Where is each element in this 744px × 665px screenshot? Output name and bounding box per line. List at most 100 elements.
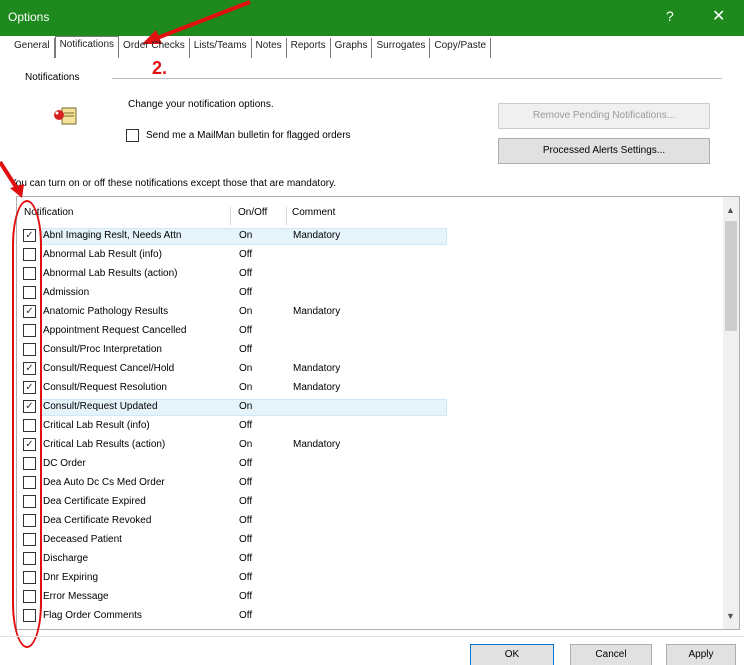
- column-onoff[interactable]: On/Off: [235, 207, 287, 225]
- row-comment: Mandatory: [293, 363, 341, 374]
- title-bar: Options ? ✕: [0, 0, 744, 36]
- row-comment: Mandatory: [293, 439, 341, 450]
- row-onoff: On: [239, 363, 253, 374]
- group-label: Notifications: [22, 72, 83, 83]
- help-button[interactable]: ?: [666, 8, 674, 24]
- row-notification-name: Dea Certificate Revoked: [43, 515, 152, 526]
- list-row[interactable]: Flag Order Comments Off: [17, 607, 723, 626]
- list-row[interactable]: ✓ Consult/Request Updated On: [17, 398, 723, 417]
- list-row[interactable]: Consult/Proc Interpretation Off: [17, 341, 723, 360]
- tab-notes[interactable]: Notes: [252, 38, 287, 58]
- row-onoff: On: [239, 306, 253, 317]
- close-button[interactable]: ✕: [712, 6, 725, 26]
- scroll-up-icon[interactable]: ▲: [726, 205, 735, 215]
- row-notification-name: Abnormal Lab Result (info): [43, 249, 162, 260]
- list-row[interactable]: Admission Off: [17, 284, 723, 303]
- list-row[interactable]: ✓ Critical Lab Results (action) On Mandator…: [17, 436, 723, 455]
- list-row[interactable]: Dnr Expiring Off: [17, 569, 723, 588]
- notifications-list[interactable]: Notification On/Off Comment ✓ Abnl Imagin…: [16, 196, 740, 630]
- row-notification-name: DC Order: [43, 458, 86, 469]
- mailman-checkbox-label[interactable]: Send me a MailMan bulletin for flagged o…: [146, 130, 351, 141]
- row-onoff: Off: [239, 325, 253, 336]
- row-notification-name: Dea Auto Dc Cs Med Order: [43, 477, 165, 488]
- column-notification[interactable]: Notification: [21, 207, 231, 225]
- remove-pending-notifications-button[interactable]: Remove Pending Notifications...: [498, 103, 710, 129]
- row-notification-name: Admission: [43, 287, 90, 298]
- row-comment: Mandatory: [293, 382, 341, 393]
- tab-surrogates[interactable]: Surrogates: [372, 38, 431, 58]
- row-onoff: On: [239, 382, 253, 393]
- list-row[interactable]: DC Order Off: [17, 455, 723, 474]
- row-onoff: Off: [239, 477, 253, 488]
- annotation-arrow-left-icon: [0, 160, 24, 198]
- row-comment: Mandatory: [293, 230, 341, 241]
- row-onoff: Off: [239, 344, 253, 355]
- row-notification-name: Dnr Expiring: [43, 572, 99, 583]
- mailman-checkbox[interactable]: [126, 129, 139, 142]
- cancel-button[interactable]: Cancel: [570, 644, 652, 665]
- row-onoff: Off: [239, 553, 253, 564]
- group-divider: [112, 78, 722, 79]
- row-onoff: Off: [239, 496, 253, 507]
- row-onoff: Off: [239, 249, 253, 260]
- notifications-description: Change your notification options.: [128, 99, 274, 110]
- scroll-down-icon[interactable]: ▼: [726, 611, 735, 621]
- tab-order-checks[interactable]: Order Checks: [119, 38, 190, 58]
- list-row[interactable]: Error Message Off: [17, 588, 723, 607]
- list-row[interactable]: ✓ Consult/Request Resolution On Mandatory: [17, 379, 723, 398]
- row-onoff: Off: [239, 534, 253, 545]
- list-row[interactable]: Abnormal Lab Results (action) Off: [17, 265, 723, 284]
- tab-general[interactable]: General: [10, 38, 55, 58]
- tab-graphs[interactable]: Graphs: [331, 38, 373, 58]
- list-row[interactable]: Abnormal Lab Result (info) Off: [17, 246, 723, 265]
- tab-copy-paste[interactable]: Copy/Paste: [430, 38, 492, 58]
- list-row[interactable]: Dea Certificate Revoked Off: [17, 512, 723, 531]
- row-notification-name: Critical Lab Results (action): [43, 439, 166, 450]
- footer-divider: [0, 636, 744, 637]
- list-row[interactable]: Discharge Off: [17, 550, 723, 569]
- list-row[interactable]: ✓ Abnl Imaging Reslt, Needs Attn On Mandato…: [17, 227, 723, 246]
- list-row[interactable]: Appointment Request Cancelled Off: [17, 322, 723, 341]
- row-notification-name: Dea Certificate Expired: [43, 496, 146, 507]
- list-header: Notification On/Off Comment: [17, 207, 727, 225]
- row-notification-name: Abnl Imaging Reslt, Needs Attn: [43, 230, 182, 241]
- list-row[interactable]: Dea Certificate Expired Off: [17, 493, 723, 512]
- list-row[interactable]: Dea Auto Dc Cs Med Order Off: [17, 474, 723, 493]
- list-row[interactable]: Critical Lab Result (info) Off: [17, 417, 723, 436]
- list-row[interactable]: Deceased Patient Off: [17, 531, 723, 550]
- row-notification-name: Consult/Request Resolution: [43, 382, 167, 393]
- scroll-thumb[interactable]: [725, 221, 737, 331]
- tab-notifications[interactable]: Notifications: [54, 36, 120, 58]
- row-notification-name: Anatomic Pathology Results: [43, 306, 169, 317]
- annotation-highlight-oval: [12, 200, 42, 648]
- mandatory-note: You can turn on or off these notificatio…: [10, 178, 337, 189]
- row-notification-name: Critical Lab Result (info): [43, 420, 150, 431]
- row-onoff: On: [239, 230, 253, 241]
- row-onoff: Off: [239, 458, 253, 469]
- row-onoff: Off: [239, 515, 253, 526]
- row-onoff: Off: [239, 268, 253, 279]
- row-notification-name: Discharge: [43, 553, 89, 564]
- row-onoff: Off: [239, 610, 253, 621]
- list-row[interactable]: ✓ Anatomic Pathology Results On Mandatory: [17, 303, 723, 322]
- tab-reports[interactable]: Reports: [287, 38, 331, 58]
- notification-flag-icon: [54, 107, 77, 125]
- row-notification-name: Flag Order Comments: [43, 610, 142, 621]
- row-onoff: Off: [239, 572, 253, 583]
- row-notification-name: Appointment Request Cancelled: [43, 325, 187, 336]
- list-row[interactable]: ✓ Consult/Request Cancel/Hold On Mandatory: [17, 360, 723, 379]
- processed-alerts-settings-button[interactable]: Processed Alerts Settings...: [498, 138, 710, 164]
- row-comment: Mandatory: [293, 306, 341, 317]
- row-onoff: On: [239, 439, 253, 450]
- vertical-scrollbar[interactable]: ▲ ▼: [723, 197, 739, 629]
- row-notification-name: Consult/Request Updated: [43, 401, 158, 412]
- apply-button[interactable]: Apply: [666, 644, 736, 665]
- tab-lists-teams[interactable]: Lists/Teams: [190, 38, 252, 58]
- ok-button[interactable]: OK: [470, 644, 554, 665]
- row-notification-name: Abnormal Lab Results (action): [43, 268, 178, 279]
- row-notification-name: Deceased Patient: [43, 534, 122, 545]
- row-onoff: Off: [239, 591, 253, 602]
- column-comment[interactable]: Comment: [289, 207, 409, 225]
- row-onoff: Off: [239, 420, 253, 431]
- row-onoff: Off: [239, 287, 253, 298]
